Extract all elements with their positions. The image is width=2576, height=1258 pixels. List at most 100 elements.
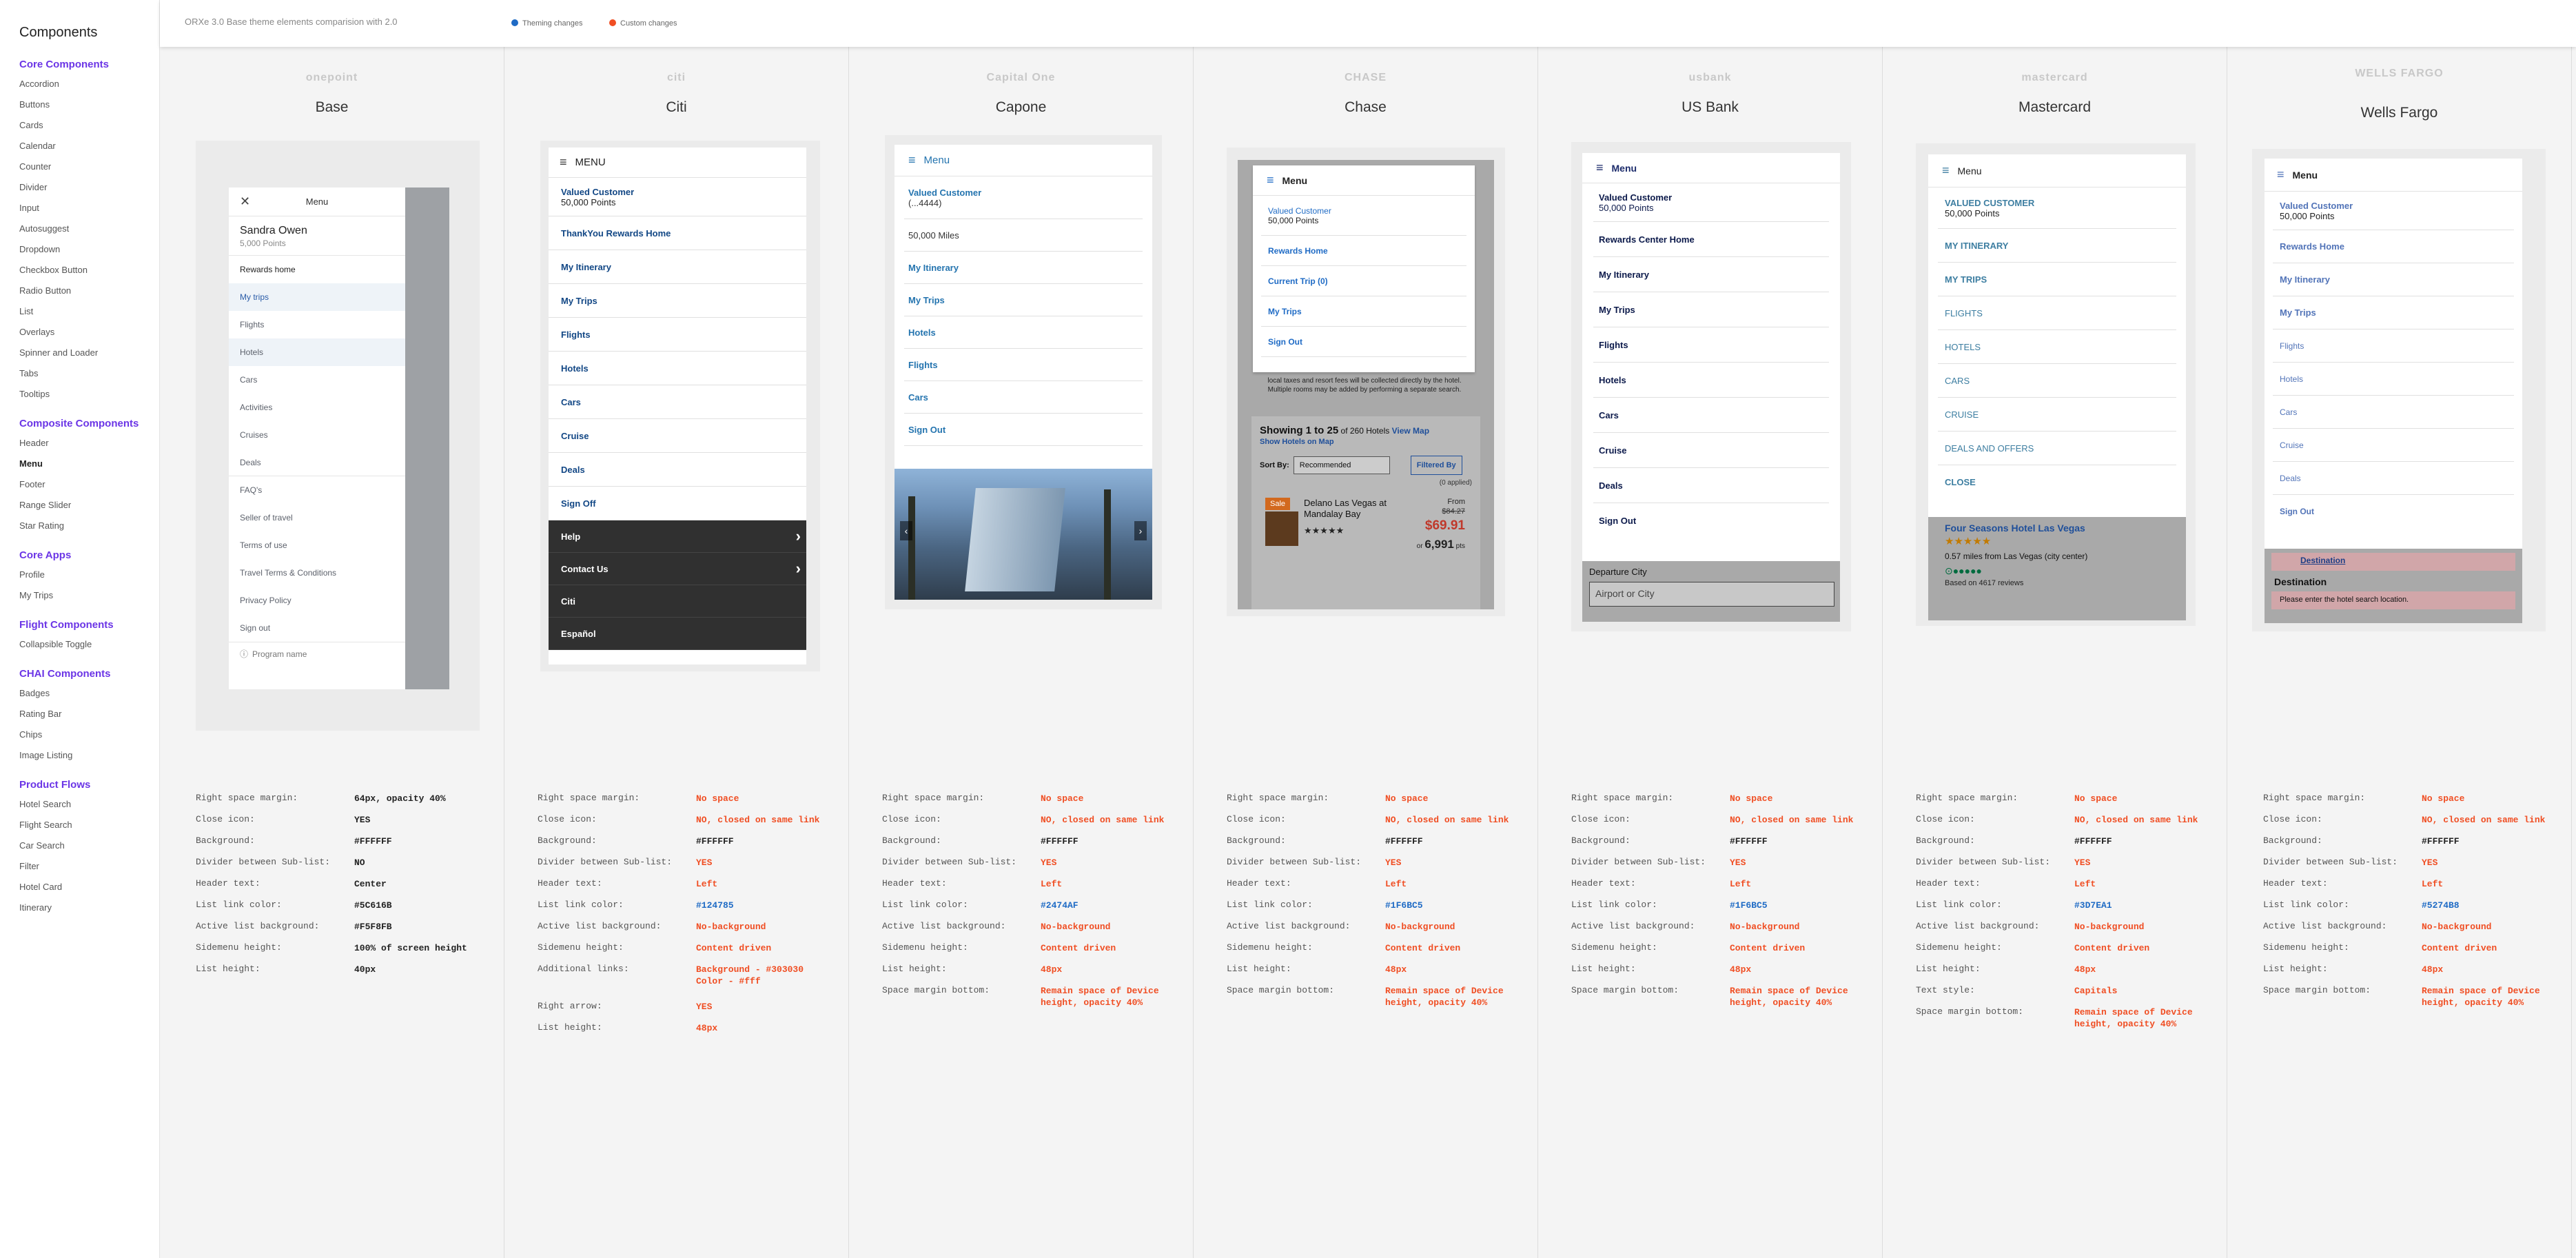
menu-item-my-itinerary[interactable]: My Itinerary [549,250,806,284]
menu-item-sign-out[interactable]: Sign Out [2273,495,2514,528]
menu-item-my-trips[interactable]: My trips [229,283,405,311]
hamburger-icon[interactable]: ≡ [1267,173,1274,187]
menu-item-my-trips[interactable]: My Trips [904,284,1143,316]
menu-item-valued-customer[interactable]: Valued Customer (...4444) [904,176,1143,219]
menu-item-cruises[interactable]: Cruises [229,421,405,449]
spec-row-header-text: Header text: Left [538,878,841,900]
menu-item-cruise[interactable]: CRUISE [1938,398,2176,432]
menu-item-terms-of-use[interactable]: Terms of use [229,531,405,559]
menu-item-sign-out[interactable]: Sign Out [1261,327,1466,357]
menu-item-flights[interactable]: Flights [549,318,806,352]
filtered-by-button[interactable]: Filtered By [1410,456,1462,475]
menu-item-valued-customer[interactable]: Valued Customer 50,000 Points [1261,196,1466,236]
carousel-next-icon[interactable]: › [1134,521,1147,540]
hotel-name[interactable]: Delano Las Vegas at Mandalay Bay [1304,498,1393,520]
sort-dropdown[interactable]: Recommended [1293,456,1390,474]
menu-item-deals[interactable]: Deals [229,449,405,476]
menu-item-cruise[interactable]: Cruise [549,419,806,453]
menu-item-sign-out[interactable]: Sign Out [1593,503,1829,538]
menu-item-hotels[interactable]: Hotels [2273,363,2514,396]
destination-link[interactable]: Destination [2271,553,2515,571]
menu-item-cars[interactable]: Cars [229,366,405,394]
menu-item-rewards-center-home[interactable]: Rewards Center Home [1593,222,1829,257]
menu-item-valued-customer[interactable]: Valued Customer 50,000 Points [2273,192,2514,230]
sidebar-item-my-trips[interactable]: My Trips [19,582,159,609]
menu-item-cars[interactable]: Cars [904,381,1143,414]
menu-item-hotels[interactable]: Hotels [1593,363,1829,398]
hamburger-icon[interactable]: ≡ [1942,163,1950,178]
menu-item-my-trips[interactable]: My Trips [1593,292,1829,327]
menu-item-rewards-home[interactable]: Rewards Home [1261,236,1466,266]
menu-item-my-itinerary[interactable]: My Itinerary [2273,263,2514,296]
menu-item-close[interactable]: CLOSE [1938,465,2176,499]
palm-right [1104,489,1111,600]
menu-item-cars[interactable]: Cars [2273,396,2514,429]
menu-item-my-itinerary[interactable]: My Itinerary [1593,257,1829,292]
points-label: 50,000 Points [2280,210,2335,221]
points-suffix: pts [1453,542,1465,550]
menu-item-hotels[interactable]: Hotels [229,338,405,366]
menu-item-cars[interactable]: Cars [1593,398,1829,433]
menu-item-sign-out[interactable]: Sign Out [904,414,1143,446]
menu-item-faq-s[interactable]: FAQ's [229,476,405,504]
menu-item-cars[interactable]: CARS [1938,364,2176,398]
sidebar-item-collapsible-toggle[interactable]: Collapsible Toggle [19,631,159,658]
additional-link-help[interactable]: Help › [549,520,806,553]
menu-item-cars[interactable]: Cars [549,385,806,419]
menu-item-flights[interactable]: Flights [1593,327,1829,363]
menu-item-flights[interactable]: Flights [2273,329,2514,363]
menu-item-rewards-home[interactable]: Rewards home [229,256,405,283]
menu-item-deals[interactable]: Deals [2273,462,2514,495]
menu-item-rewards-home[interactable]: Rewards Home [2273,230,2514,263]
menu-item-privacy-policy[interactable]: Privacy Policy [229,587,405,614]
hotel-name[interactable]: Four Seasons Hotel Las Vegas [1945,523,2085,534]
menu-item-sign-out[interactable]: Sign out [229,614,405,642]
menu-item-deals[interactable]: Deals [549,453,806,487]
sidebar-item-itinerary[interactable]: Itinerary [19,894,159,922]
menu-item-valued-customer[interactable]: Valued Customer 50,000 Points [1593,183,1829,222]
menu-item-hotels[interactable]: Hotels [904,316,1143,349]
menu-item-my-trips[interactable]: MY TRIPS [1938,263,2176,296]
menu-item-valued-customer[interactable]: Valued Customer 50,000 Points [549,178,806,216]
menu-item-cruise[interactable]: Cruise [2273,429,2514,462]
spec-key: Header text: [538,878,602,889]
hamburger-icon[interactable]: ≡ [560,155,567,170]
menu-item-seller-of-travel[interactable]: Seller of travel [229,504,405,531]
menu-item-current-trip-0[interactable]: Current Trip (0) [1261,266,1466,296]
menu-item-hotels[interactable]: Hotels [549,352,806,385]
hamburger-icon[interactable]: ≡ [908,153,916,168]
menu-item-my-trips[interactable]: My Trips [2273,296,2514,329]
menu-item-my-itinerary[interactable]: My Itinerary [904,252,1143,284]
menu-item-travel-terms-conditions[interactable]: Travel Terms & Conditions [229,559,405,587]
menu-item-my-trips[interactable]: My Trips [1261,296,1466,327]
view-map-link[interactable]: View Map [1392,426,1429,436]
menu-item-activities[interactable]: Activities [229,394,405,421]
menu-item-flights[interactable]: FLIGHTS [1938,296,2176,330]
menu-item-deals[interactable]: Deals [1593,468,1829,503]
hamburger-icon[interactable]: ≡ [1596,161,1604,175]
hamburger-icon[interactable]: ≡ [2277,168,2284,182]
menu-item-my-trips[interactable]: My Trips [549,284,806,318]
additional-link-citi[interactable]: Citi [549,585,806,618]
menu-item-flights[interactable]: Flights [904,349,1143,381]
menu-item-cruise[interactable]: Cruise [1593,433,1829,468]
menu-item-sign-off[interactable]: Sign Off [549,487,806,520]
spec-row-active-list-background: Active list background: No-background [1916,921,2219,942]
sidebar-item-tooltips[interactable]: Tooltips [19,381,159,408]
menu-item-deals-and-offers[interactable]: DEALS AND OFFERS [1938,432,2176,465]
carousel-prev-icon[interactable]: ‹ [900,521,912,540]
additional-link-contact-us[interactable]: Contact Us › [549,553,806,585]
menu-item-flights[interactable]: Flights [229,311,405,338]
menu-item-thankyou-rewards-home[interactable]: ThankYou Rewards Home [549,216,806,250]
show-hotels-map-link[interactable]: Show Hotels on Map [1260,438,1472,446]
sidebar-item-star-rating[interactable]: Star Rating [19,512,159,540]
additional-link-espa-ol[interactable]: Español [549,618,806,650]
menu-item-valued-customer[interactable]: VALUED CUSTOMER 50,000 Points [1938,187,2176,229]
spec-row-header-text: Header text: Left [2263,878,2566,900]
sidebar-item-image-listing[interactable]: Image Listing [19,742,159,769]
spec-value: Remain space of Device height, opacity 4… [2074,1007,2193,1029]
menu-item-my-itinerary[interactable]: MY ITINERARY [1938,229,2176,263]
menu-item-hotels[interactable]: HOTELS [1938,330,2176,364]
menu-item-50-000-miles[interactable]: 50,000 Miles [904,219,1143,252]
departure-input[interactable]: Airport or City [1589,582,1834,607]
